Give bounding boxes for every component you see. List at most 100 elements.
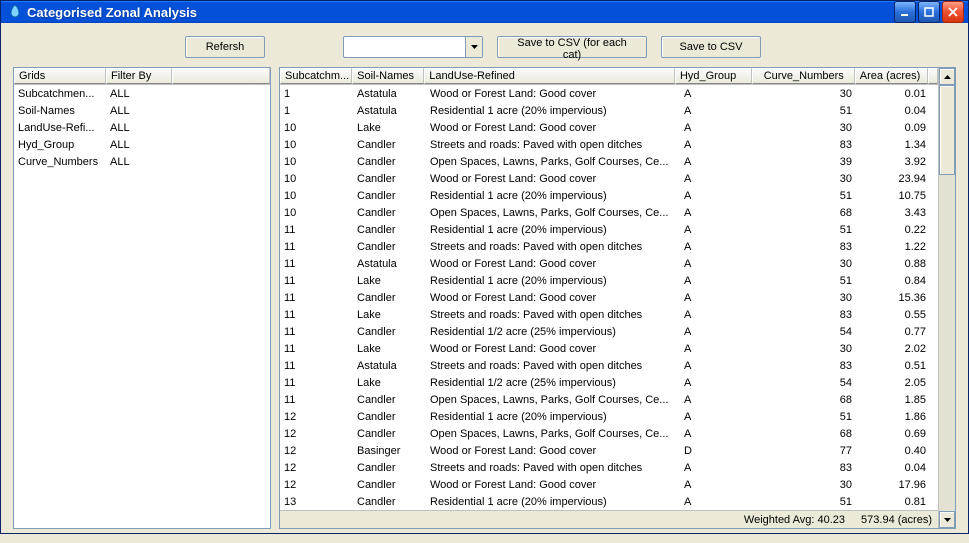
table-row[interactable]: 11CandlerWood or Forest Land: Good cover…	[280, 289, 938, 306]
table-cell: 54	[758, 377, 862, 389]
close-button[interactable]	[942, 1, 964, 23]
table-cell: 1.34	[862, 139, 936, 151]
table-row[interactable]: 11LakeResidential 1 acre (20% impervious…	[280, 272, 938, 289]
table-cell: Wood or Forest Land: Good cover	[426, 445, 680, 457]
scroll-up-icon[interactable]	[939, 68, 955, 85]
table-cell: 10	[280, 207, 353, 219]
scroll-track[interactable]	[939, 85, 955, 511]
table-row[interactable]: 11LakeStreets and roads: Paved with open…	[280, 306, 938, 323]
save-csv-button[interactable]: Save to CSV	[661, 36, 761, 58]
table-cell: 30	[758, 88, 862, 100]
table-cell: Candler	[353, 428, 426, 440]
table-row[interactable]: 11LakeWood or Forest Land: Good coverA30…	[280, 340, 938, 357]
table-cell: Candler	[353, 462, 426, 474]
table-cell: Candler	[353, 190, 426, 202]
table-row[interactable]: 12CandlerResidential 1 acre (20% impervi…	[280, 408, 938, 425]
table-row[interactable]: 10CandlerStreets and roads: Paved with o…	[280, 136, 938, 153]
table-row[interactable]: 12CandlerWood or Forest Land: Good cover…	[280, 476, 938, 493]
table-cell: 68	[758, 394, 862, 406]
filter-cell: Hyd_Group	[14, 139, 106, 151]
table-cell: 11	[280, 258, 353, 270]
table-cell: 30	[758, 258, 862, 270]
table-row[interactable]: 12CandlerOpen Spaces, Lawns, Parks, Golf…	[280, 425, 938, 442]
table-row[interactable]: 11LakeResidential 1/2 acre (25% impervio…	[280, 374, 938, 391]
table-row[interactable]: 11CandlerResidential 1 acre (20% impervi…	[280, 221, 938, 238]
table-row[interactable]: 10CandlerOpen Spaces, Lawns, Parks, Golf…	[280, 153, 938, 170]
table-cell: A	[680, 292, 758, 304]
refresh-button[interactable]: Refersh	[185, 36, 265, 58]
table-cell: Candler	[353, 241, 426, 253]
table-row[interactable]: 11CandlerOpen Spaces, Lawns, Parks, Golf…	[280, 391, 938, 408]
table-cell: 51	[758, 496, 862, 508]
table-row[interactable]: 11AstatulaStreets and roads: Paved with …	[280, 357, 938, 374]
table-cell: A	[680, 224, 758, 236]
chevron-down-icon	[465, 37, 482, 57]
table-header-col[interactable]: Hyd_Group	[675, 68, 752, 84]
table-cell: 0.04	[862, 462, 936, 474]
table-row[interactable]: 11CandlerResidential 1/2 acre (25% imper…	[280, 323, 938, 340]
table-cell: A	[680, 428, 758, 440]
table-cell: 23.94	[862, 173, 936, 185]
table-cell: A	[680, 105, 758, 117]
table-cell: 12	[280, 411, 353, 423]
table-cell: Residential 1 acre (20% impervious)	[426, 275, 680, 287]
table-header-col[interactable]: Curve_Numbers	[752, 68, 855, 84]
left-header-col[interactable]: Grids	[14, 68, 106, 84]
table-cell: 0.04	[862, 105, 936, 117]
table-row[interactable]: 10CandlerOpen Spaces, Lawns, Parks, Golf…	[280, 204, 938, 221]
table-row[interactable]: 12CandlerStreets and roads: Paved with o…	[280, 459, 938, 476]
table-cell: 17.96	[862, 479, 936, 491]
filter-cell: Soil-Names	[14, 105, 106, 117]
table-cell: Wood or Forest Land: Good cover	[426, 173, 680, 185]
table-row[interactable]: 13CandlerResidential 1 acre (20% impervi…	[280, 493, 938, 510]
table-row[interactable]: 11AstatulaWood or Forest Land: Good cove…	[280, 255, 938, 272]
table-row[interactable]: 1AstatulaResidential 1 acre (20% impervi…	[280, 102, 938, 119]
table-header-col[interactable]: LandUse-Refined	[424, 68, 675, 84]
table-row[interactable]: 10LakeWood or Forest Land: Good coverA30…	[280, 119, 938, 136]
table-cell: 0.01	[862, 88, 936, 100]
table-row[interactable]: 1AstatulaWood or Forest Land: Good cover…	[280, 85, 938, 102]
table-cell: 10	[280, 156, 353, 168]
scroll-down-icon[interactable]	[939, 511, 955, 528]
table-cell: 3.92	[862, 156, 936, 168]
table-cell: A	[680, 275, 758, 287]
data-table: Subcatchm...Soil-NamesLandUse-RefinedHyd…	[279, 67, 956, 529]
filter-row[interactable]: LandUse-Refi...ALL	[14, 119, 270, 136]
table-cell: Wood or Forest Land: Good cover	[426, 479, 680, 491]
table-cell: 2.05	[862, 377, 936, 389]
table-cell: 0.81	[862, 496, 936, 508]
left-header-col[interactable]	[172, 68, 270, 84]
table-cell: 51	[758, 275, 862, 287]
table-header-col[interactable]: Soil-Names	[352, 68, 424, 84]
vertical-scrollbar[interactable]	[938, 68, 955, 528]
left-header-col[interactable]: Filter By	[106, 68, 172, 84]
filter-cell: ALL	[106, 105, 172, 117]
table-row[interactable]: 10CandlerWood or Forest Land: Good cover…	[280, 170, 938, 187]
filter-row[interactable]: Subcatchmen...ALL	[14, 85, 270, 102]
table-cell: Residential 1/2 acre (25% impervious)	[426, 377, 680, 389]
table-row[interactable]: 11CandlerStreets and roads: Paved with o…	[280, 238, 938, 255]
table-cell: Candler	[353, 173, 426, 185]
combo-value	[348, 37, 465, 57]
table-cell: 3.43	[862, 207, 936, 219]
table-cell: 51	[758, 105, 862, 117]
filter-row[interactable]: Hyd_GroupALL	[14, 136, 270, 153]
minimize-button[interactable]	[894, 1, 916, 23]
table-cell: 83	[758, 462, 862, 474]
table-cell: 10	[280, 190, 353, 202]
table-row[interactable]: 10CandlerResidential 1 acre (20% impervi…	[280, 187, 938, 204]
table-cell: 0.40	[862, 445, 936, 457]
table-cell: 51	[758, 411, 862, 423]
save-csv-each-button[interactable]: Save to CSV (for each cat)	[497, 36, 647, 58]
category-combo[interactable]	[343, 36, 483, 58]
table-row[interactable]: 12BasingerWood or Forest Land: Good cove…	[280, 442, 938, 459]
table-cell: A	[680, 122, 758, 134]
table-cell: 83	[758, 241, 862, 253]
table-cell: 54	[758, 326, 862, 338]
table-header-col[interactable]: Area (acres)	[855, 68, 928, 84]
filter-row[interactable]: Curve_NumbersALL	[14, 153, 270, 170]
table-header-col[interactable]: Subcatchm...	[280, 68, 352, 84]
maximize-button[interactable]	[918, 1, 940, 23]
scroll-thumb[interactable]	[939, 85, 955, 175]
filter-row[interactable]: Soil-NamesALL	[14, 102, 270, 119]
